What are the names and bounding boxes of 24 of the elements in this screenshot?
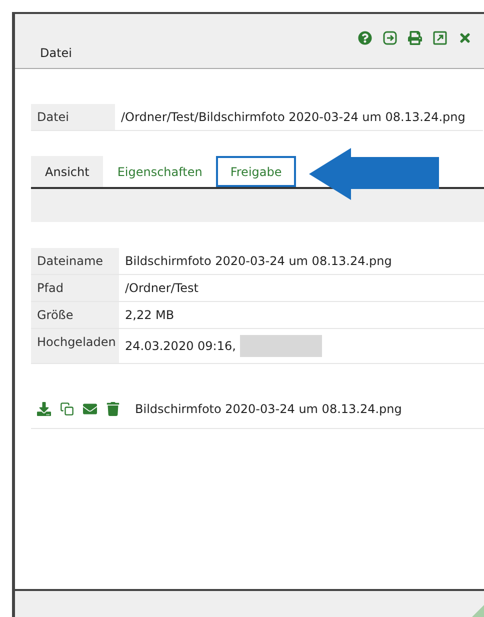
help-icon[interactable] xyxy=(358,31,372,45)
tab[interactable]: Ansicht xyxy=(31,156,104,187)
close-icon[interactable] xyxy=(458,31,472,45)
resize-grip-icon[interactable] xyxy=(470,605,484,617)
field-label: Datei xyxy=(31,104,115,130)
path-value: /Ordner/Test/Bildschirmfoto 2020-03-24 um 08.13.24.png xyxy=(120,109,466,126)
external-link-icon[interactable] xyxy=(433,31,447,45)
detail-value: 2,22 MB xyxy=(125,308,174,322)
tab[interactable]: Freigabe xyxy=(216,156,296,187)
detail-label: Hochgeladen xyxy=(31,329,119,363)
mail-icon[interactable] xyxy=(83,402,97,416)
detail-value: /Ordner/Test xyxy=(125,281,198,295)
detail-label: Größe xyxy=(31,302,119,328)
detail-value: 24.03.2020 09:16, xyxy=(125,339,236,353)
copy-icon[interactable] xyxy=(60,402,74,416)
attachment-name: Bildschirmfoto 2020-03-24 um 08.13.24.png xyxy=(135,402,402,416)
window-title: Datei xyxy=(40,46,72,60)
arrow-in-box-icon[interactable] xyxy=(383,31,397,45)
print-icon[interactable] xyxy=(408,31,422,45)
detail-value: Bildschirmfoto 2020-03-24 um 08.13.24.png xyxy=(125,254,392,268)
detail-label: Pfad xyxy=(31,275,119,301)
trash-icon[interactable] xyxy=(106,402,120,416)
detail-label: Dateiname xyxy=(31,248,119,274)
download-icon[interactable] xyxy=(37,402,51,416)
